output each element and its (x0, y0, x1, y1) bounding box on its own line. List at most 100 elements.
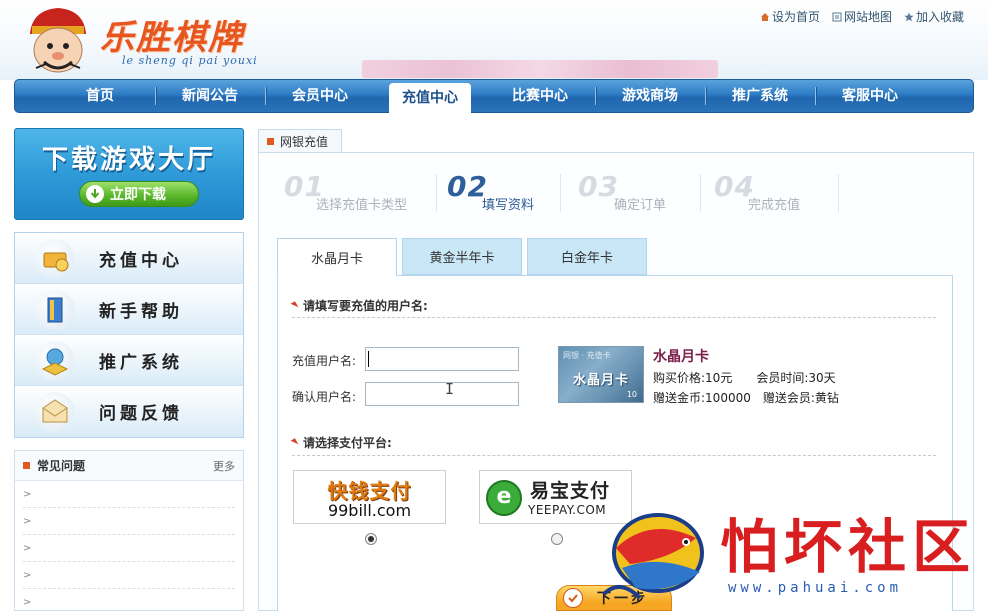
username-input[interactable] (365, 347, 519, 371)
square-bullet-icon (267, 138, 274, 145)
username-label: 充值用户名: (292, 354, 357, 368)
sidebar-item-label: 充值中心 (99, 251, 183, 271)
99bill-radio[interactable] (365, 533, 377, 545)
step-number: 03 (578, 170, 619, 203)
faq-item[interactable]: > (23, 508, 235, 535)
online-banking-tab[interactable]: 网银充值 (258, 129, 342, 153)
sidebar-menu: 充值中心 新手帮助 推广系统 问题反馈 (14, 232, 244, 438)
site-logo[interactable]: 乐胜棋牌 le sheng qi pai youxi (22, 4, 272, 76)
sidebar-item-feedback[interactable]: 问题反馈 (15, 386, 243, 437)
logo-subtitle: le sheng qi pai youxi (122, 54, 258, 67)
step-label: 完成充值 (748, 198, 801, 213)
coins-icon (35, 239, 75, 279)
download-arrow-icon (86, 185, 104, 203)
card-bonus: 赠送金币:100000 赠送会员:黄钻 (653, 391, 839, 405)
nav-match-center[interactable]: 比赛中心 (485, 79, 595, 113)
nav-member-center[interactable]: 会员中心 (265, 79, 375, 113)
red-arrow-icon (290, 301, 299, 310)
card-image-top: 网银 · 充值卡 (563, 351, 611, 360)
mascot-logo-icon (30, 8, 86, 73)
sidebar-item-label: 新手帮助 (99, 302, 183, 322)
faq-box: 常见问题 更多 > > > > > (14, 450, 244, 611)
watermark-text: 怕坏社区 (720, 513, 977, 581)
payment-section-title: 请选择支付平台: (290, 434, 392, 451)
faq-title: 常见问题 (37, 459, 86, 473)
download-lobby-box: 下载游戏大厅 立即下载 (14, 128, 244, 220)
home-icon (760, 12, 769, 21)
download-title: 下载游戏大厅 (41, 145, 216, 175)
book-icon (35, 290, 75, 330)
add-favorite-label: 加入收藏 (915, 10, 964, 24)
step-divider (436, 174, 437, 212)
step-label: 填写资料 (482, 198, 535, 213)
nav-home[interactable]: 首页 (45, 79, 155, 113)
panel-tab-label: 网银充值 (280, 135, 329, 149)
99bill-payment-option[interactable]: 快钱支付 99bill.com (293, 470, 446, 524)
divider (292, 455, 936, 456)
nav-game-store[interactable]: 游戏商场 (595, 79, 705, 113)
sidebar-item-recharge[interactable]: 充值中心 (15, 233, 243, 284)
step-divider (700, 174, 701, 212)
card-type-tabs: 水晶月卡 黄金半年卡 白金年卡 (277, 238, 652, 276)
faq-more-link[interactable]: 更多 (213, 458, 235, 474)
sitemap-link[interactable]: 网站地图 (832, 8, 892, 25)
99bill-logo-text: 快钱支付 (327, 479, 412, 503)
card-image-number: 10 (626, 390, 637, 399)
blurred-banner (362, 60, 718, 78)
yeepay-logo-text: 易宝支付 (530, 480, 611, 502)
step-label: 选择充值卡类型 (316, 198, 408, 213)
set-homepage-label: 设为首页 (771, 10, 820, 24)
confirm-username-label: 确认用户名: (292, 390, 357, 404)
sidebar-item-help[interactable]: 新手帮助 (15, 284, 243, 335)
red-arrow-icon (290, 438, 299, 447)
yeepay-domain: YEEPAY.COM (528, 503, 607, 517)
faq-item[interactable]: > (23, 562, 235, 589)
faq-item[interactable]: > (23, 481, 235, 508)
crystal-card-image: 网银 · 充值卡 水晶月卡 10 (558, 346, 644, 403)
download-now-label: 立即下载 (110, 187, 166, 203)
ibeam-cursor-icon: I (445, 380, 455, 398)
tab-crystal-month-card[interactable]: 水晶月卡 (277, 238, 397, 276)
payment-section-label: 请选择支付平台: (303, 436, 392, 450)
faq-item[interactable]: > (23, 535, 235, 562)
sidebar-item-promotion[interactable]: 推广系统 (15, 335, 243, 386)
nav-news[interactable]: 新闻公告 (155, 79, 265, 113)
divider (292, 317, 936, 318)
logo-text: 乐胜棋牌 (100, 18, 244, 58)
map-icon (832, 12, 842, 21)
sidebar-item-label: 推广系统 (99, 353, 183, 373)
globe-icon (35, 341, 75, 381)
star-icon (904, 12, 914, 21)
envelope-icon (35, 392, 75, 432)
square-bullet-icon (23, 462, 30, 469)
set-homepage-link[interactable]: 设为首页 (760, 8, 820, 25)
sidebar-item-label: 问题反馈 (99, 404, 183, 424)
card-price-duration: 购买价格:10元 会员时间:30天 (653, 371, 836, 385)
step-divider (838, 174, 839, 212)
card-name: 水晶月卡 (653, 349, 709, 365)
watermark-url: www.pahuai.com (728, 580, 903, 596)
99bill-domain: 99bill.com (327, 501, 412, 520)
sitemap-label: 网站地图 (843, 10, 892, 24)
confirm-username-input[interactable] (365, 382, 519, 406)
download-now-button[interactable]: 立即下载 (79, 181, 199, 207)
card-image-text: 水晶月卡 (573, 373, 630, 388)
top-links: 设为首页 网站地图 加入收藏 (760, 8, 964, 25)
add-favorite-link[interactable]: 加入收藏 (904, 8, 964, 25)
nav-promotion[interactable]: 推广系统 (705, 79, 815, 113)
tab-platinum-year-card[interactable]: 白金年卡 (527, 238, 647, 275)
faq-item[interactable]: > (23, 589, 235, 611)
yeepay-logo-icon: e (486, 480, 522, 516)
fish-logo-icon (602, 513, 704, 600)
faq-header: 常见问题 更多 (15, 451, 243, 481)
nav-recharge-center[interactable]: 充值中心 (389, 83, 471, 113)
tab-gold-half-year-card[interactable]: 黄金半年卡 (402, 238, 522, 275)
nav-customer-service[interactable]: 客服中心 (815, 79, 925, 113)
watermark: 怕坏社区 www.pahuai.com (600, 498, 988, 611)
checkmark-icon (563, 588, 583, 608)
username-section-title: 请填写要充值的用户名: (290, 297, 428, 314)
yeepay-radio[interactable] (551, 533, 563, 545)
text-cursor (368, 351, 369, 367)
step-divider (560, 174, 561, 212)
main-nav: 首页 新闻公告 会员中心 充值中心 比赛中心 游戏商场 推广系统 客服中心 (14, 79, 974, 113)
